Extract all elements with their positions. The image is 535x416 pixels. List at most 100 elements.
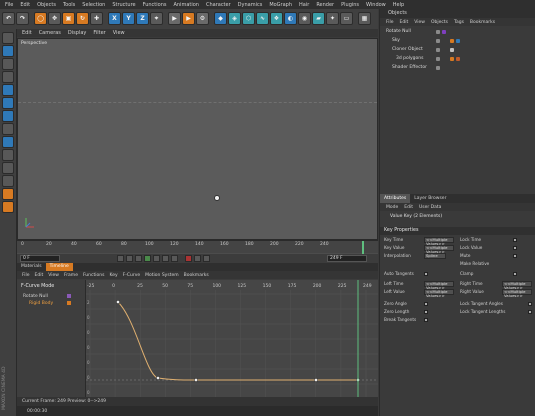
tab-timeline[interactable]: Timeline	[45, 263, 73, 271]
attr-menu-mode[interactable]: Mode	[386, 205, 398, 210]
play-icon[interactable]	[144, 255, 151, 262]
track-rotate-null[interactable]: Rotate Null	[23, 294, 48, 299]
viewport-menu-edit[interactable]: Edit	[22, 30, 32, 36]
key-time-field[interactable]: <<Multiple Values>>	[424, 237, 454, 246]
sphere-object[interactable]	[214, 195, 220, 201]
break-tangents-checkbox[interactable]	[424, 318, 428, 322]
menu-hair[interactable]: Hair	[299, 2, 309, 8]
light-icon[interactable]: ✦	[326, 12, 339, 25]
timeline-menu-functions[interactable]: Functions	[83, 273, 105, 278]
prev-frame-icon[interactable]	[135, 255, 142, 262]
menu-render[interactable]: Render	[316, 2, 334, 8]
viewport-menu-display[interactable]: Display	[68, 30, 86, 36]
deformer-icon[interactable]: ◐	[284, 12, 297, 25]
start-frame-field[interactable]: 0 F	[20, 255, 60, 262]
tweak-mode-icon[interactable]	[2, 136, 14, 148]
menu-window[interactable]: Window	[366, 2, 386, 8]
menu-edit[interactable]: Edit	[20, 2, 30, 8]
right-time-field[interactable]: <<Multiple Values>>	[502, 281, 532, 290]
lock-tangent-angles-checkbox[interactable]	[528, 302, 532, 306]
timeline-ruler[interactable]: 0 20 40 60 80 100 120 140 160 180 200 22…	[17, 240, 378, 255]
solo-icon[interactable]	[2, 188, 14, 200]
object-row[interactable]: Rotate Null	[380, 28, 535, 36]
zero-length-checkbox[interactable]	[424, 310, 428, 314]
object-row[interactable]: Shader Effector	[380, 64, 535, 72]
workplane-icon[interactable]	[2, 71, 14, 83]
record-icon[interactable]	[185, 255, 192, 262]
polygons-mode-icon[interactable]	[2, 110, 14, 122]
object-row[interactable]: Sky	[380, 37, 535, 45]
menu-structure[interactable]: Structure	[112, 2, 135, 8]
subdivision-icon[interactable]: ◈	[228, 12, 241, 25]
edges-mode-icon[interactable]	[2, 97, 14, 109]
keyframe-selection-icon[interactable]	[203, 255, 210, 262]
recent-tool-icon[interactable]: ✚	[90, 12, 103, 25]
menu-tools[interactable]: Tools	[63, 2, 75, 8]
attr-menu-user-data[interactable]: User Data	[419, 205, 441, 210]
prev-key-icon[interactable]	[126, 255, 133, 262]
environment-icon[interactable]: ◉	[298, 12, 311, 25]
make-editable-icon[interactable]	[2, 32, 14, 44]
menu-character[interactable]: Character	[206, 2, 231, 8]
interpolation-select[interactable]: Spline	[424, 253, 446, 259]
menu-help[interactable]: Help	[393, 2, 404, 8]
attr-menu-edit[interactable]: Edit	[404, 205, 413, 210]
viewport-menu-filter[interactable]: Filter	[93, 30, 105, 36]
objects-menu-edit[interactable]: Edit	[400, 20, 409, 25]
render-picture-viewer-icon[interactable]: ▶	[182, 12, 195, 25]
right-value-field[interactable]: <<Multiple Values>>	[502, 289, 532, 298]
snap-icon[interactable]	[2, 175, 14, 187]
mute-checkbox[interactable]	[513, 254, 517, 258]
lock-value-checkbox[interactable]	[513, 246, 517, 250]
perspective-viewport[interactable]: Perspective	[17, 38, 378, 240]
objects-menu-bookmarks[interactable]: Bookmarks	[470, 20, 495, 25]
layout-icon[interactable]: ▦	[358, 12, 371, 25]
spline-icon[interactable]: ∿	[256, 12, 269, 25]
objects-menu-objects[interactable]: Objects	[431, 20, 448, 25]
camera-icon[interactable]: ▰	[312, 12, 325, 25]
points-mode-icon[interactable]	[2, 84, 14, 96]
menu-plugins[interactable]: Plugins	[341, 2, 359, 8]
tab-layer-browser[interactable]: Layer Browser	[410, 194, 450, 203]
live-selection-icon[interactable]: ◯	[34, 12, 47, 25]
menu-selection[interactable]: Selection	[82, 2, 105, 8]
tab-materials[interactable]: Materials	[17, 263, 46, 271]
viewport-menu-cameras[interactable]: Cameras	[39, 30, 61, 36]
mograph-icon[interactable]: ❖	[270, 12, 283, 25]
checker-icon[interactable]	[2, 162, 14, 174]
timeline-menu-frame[interactable]: Frame	[64, 273, 78, 278]
array-icon[interactable]: ⬡	[242, 12, 255, 25]
track-rigid-body[interactable]: Rigid Body	[29, 301, 53, 306]
timeline-menu-edit[interactable]: Edit	[35, 273, 44, 278]
goto-start-icon[interactable]	[117, 255, 124, 262]
menu-mograph[interactable]: MoGraph	[269, 2, 292, 8]
y-axis-icon[interactable]: Y	[122, 12, 135, 25]
objects-menu-file[interactable]: File	[386, 20, 394, 25]
left-value-field[interactable]: <<Multiple Values>>	[424, 289, 454, 298]
hair-icon[interactable]	[2, 201, 14, 213]
menu-functions[interactable]: Functions	[143, 2, 167, 8]
render-settings-icon[interactable]: ⚙	[196, 12, 209, 25]
clamp-checkbox[interactable]	[513, 272, 517, 276]
timeline-menu-motion-system[interactable]: Motion System	[145, 273, 178, 278]
timeline-menu-bookmarks[interactable]: Bookmarks	[184, 273, 209, 278]
model-mode-icon[interactable]	[2, 45, 14, 57]
x-axis-icon[interactable]: X	[108, 12, 121, 25]
menu-file[interactable]: File	[5, 2, 13, 8]
undo-icon[interactable]: ↶	[2, 12, 15, 25]
z-axis-icon[interactable]: Z	[136, 12, 149, 25]
axis-mode-icon[interactable]	[2, 123, 14, 135]
menu-objects[interactable]: Objects	[37, 2, 56, 8]
timeline-menu-key[interactable]: Key	[109, 273, 117, 278]
timeline-menu-view[interactable]: View	[48, 273, 59, 278]
paint-mode-icon[interactable]	[2, 149, 14, 161]
auto-tangents-checkbox[interactable]	[424, 272, 428, 276]
left-time-field[interactable]: <<Multiple Values>>	[424, 281, 454, 290]
menu-animation[interactable]: Animation	[173, 2, 199, 8]
next-key-icon[interactable]	[162, 255, 169, 262]
lock-tangent-lengths-checkbox[interactable]	[528, 310, 532, 314]
object-row[interactable]: 3d polygons	[380, 55, 535, 63]
cube-icon[interactable]: ◆	[214, 12, 227, 25]
next-frame-icon[interactable]	[153, 255, 160, 262]
autokey-icon[interactable]	[194, 255, 201, 262]
